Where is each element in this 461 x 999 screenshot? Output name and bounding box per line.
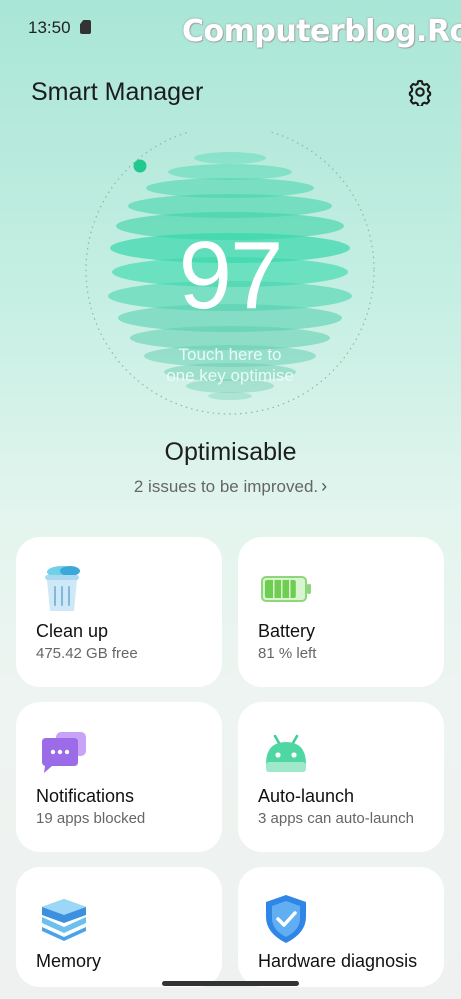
trash-bin-icon: [45, 566, 80, 611]
memory-layers-icon: [42, 899, 86, 941]
progress-dot: [133, 159, 147, 173]
status-title: Optimisable: [164, 438, 297, 466]
battery-icon: [261, 576, 311, 602]
battery-subtitle: 81 % left: [258, 645, 317, 662]
issues-text: 2 issues to be improved.: [133, 477, 319, 496]
clean-up-card[interactable]: Clean up 475.42 GB free: [16, 537, 222, 687]
status-time: 13:50: [28, 18, 71, 37]
auto-launch-subtitle: 3 apps can auto-launch: [258, 810, 414, 827]
status-bar: 13:50 Computerblog.Ro: [0, 0, 461, 56]
notifications-subtitle: 19 apps blocked: [36, 810, 146, 827]
issues-link[interactable]: 2 issues to be improved. ›: [0, 476, 461, 497]
score-hint: Touch here to one key optimise: [80, 344, 380, 386]
hardware-diagnosis-title: Hardware diagnosis: [258, 951, 418, 971]
android-robot-icon: [266, 734, 306, 772]
page-title: Smart Manager: [31, 78, 204, 106]
watermark: Computerblog.Ro: [182, 14, 461, 49]
clean-up-subtitle: 475.42 GB free: [36, 645, 138, 662]
score-value: 97: [178, 222, 284, 329]
battery-card[interactable]: Battery 81 % left: [238, 537, 444, 687]
optimise-score-button[interactable]: 97 Touch here to one key optimise: [80, 132, 380, 422]
score-hint-line-1: Touch here to: [178, 345, 282, 364]
auto-launch-title: Auto-launch: [258, 786, 355, 806]
hardware-diagnosis-card[interactable]: Hardware diagnosis: [238, 867, 444, 987]
notifications-title: Notifications: [36, 786, 135, 806]
memory-title: Memory: [36, 951, 102, 971]
sim-card-icon: [80, 20, 91, 34]
chevron-right-icon: ›: [321, 476, 328, 496]
battery-title: Battery: [258, 621, 316, 641]
notifications-card[interactable]: Notifications 19 apps blocked: [16, 702, 222, 852]
memory-card[interactable]: Memory: [16, 867, 222, 987]
home-indicator[interactable]: [162, 981, 299, 986]
score-hint-line-2: one key optimise: [166, 366, 294, 385]
shield-check-icon: [266, 895, 306, 943]
auto-launch-card[interactable]: Auto-launch 3 apps can auto-launch: [238, 702, 444, 852]
settings-button[interactable]: [404, 76, 436, 108]
clean-up-title: Clean up: [36, 621, 109, 641]
chat-bubbles-icon: [42, 732, 86, 773]
gear-icon: [408, 79, 432, 106]
